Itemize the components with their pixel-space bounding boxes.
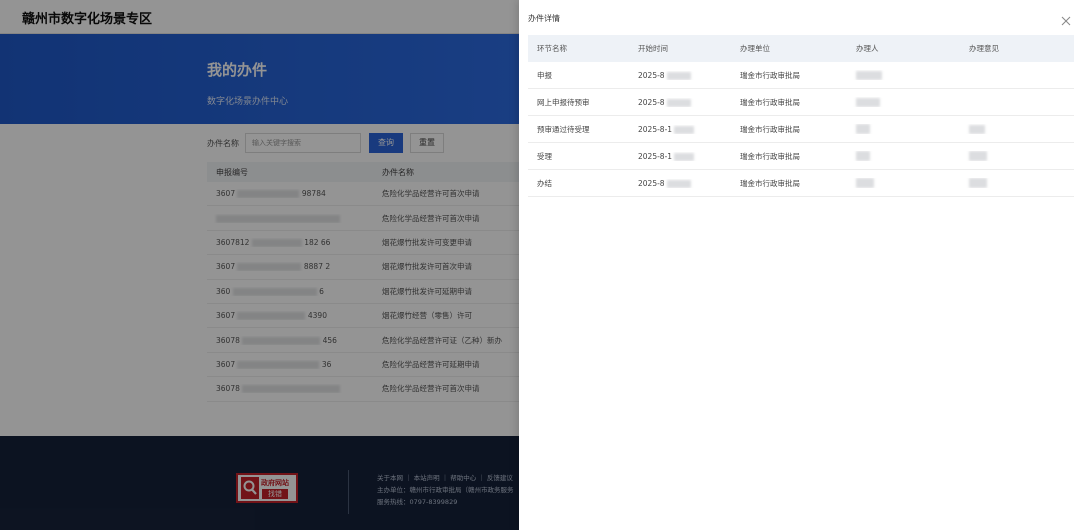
redacted-block — [969, 178, 987, 188]
redacted-block — [674, 125, 695, 134]
redacted-block — [666, 98, 691, 107]
redacted-block — [674, 152, 695, 161]
modal-overlay[interactable] — [0, 0, 519, 530]
start-time: 2025-8-1 — [638, 124, 673, 134]
detail-row: 申报 2025-8 瑞金市行政审批局 — [528, 62, 1074, 89]
redacted-block — [856, 151, 870, 161]
handling-unit: 瑞金市行政审批局 — [740, 178, 800, 188]
start-time: 2025-8 — [638, 97, 665, 107]
detail-row: 受理 2025-8-1 瑞金市行政审批局 — [528, 143, 1074, 170]
header-step: 环节名称 — [537, 44, 567, 53]
detail-row: 办结 2025-8 瑞金市行政审批局 — [528, 170, 1074, 197]
start-time: 2025-8 — [638, 178, 665, 188]
header-unit: 办理单位 — [740, 44, 770, 53]
redacted-block — [856, 178, 874, 188]
detail-row: 预审通过待受理 2025-8-1 瑞金市行政审批局 — [528, 116, 1074, 143]
header-start-time: 开始时间 — [638, 44, 668, 53]
step-name: 申报 — [537, 70, 552, 80]
start-time: 2025-8 — [638, 70, 665, 80]
redacted-block — [969, 151, 987, 161]
step-name: 预审通过待受理 — [537, 124, 590, 134]
redacted-block — [969, 124, 985, 134]
step-name: 网上申报待预审 — [537, 97, 590, 107]
close-icon[interactable] — [1060, 12, 1072, 26]
header-handler: 办理人 — [856, 44, 879, 53]
start-time: 2025-8-1 — [638, 151, 673, 161]
step-name: 受理 — [537, 151, 552, 161]
redacted-block — [666, 179, 691, 188]
handling-unit: 瑞金市行政审批局 — [740, 97, 800, 107]
header-opinion: 办理意见 — [969, 44, 999, 53]
redacted-block — [856, 97, 880, 107]
handling-unit: 瑞金市行政审批局 — [740, 124, 800, 134]
detail-drawer: 办件详情 环节名称 开始时间 办理单位 办理人 办理意见 申报 2025-8 瑞… — [519, 0, 1080, 530]
redacted-block — [856, 124, 870, 134]
detail-table: 环节名称 开始时间 办理单位 办理人 办理意见 申报 2025-8 瑞金市行政审… — [528, 35, 1074, 197]
detail-table-header: 环节名称 开始时间 办理单位 办理人 办理意见 — [528, 35, 1074, 62]
drawer-title: 办件详情 — [528, 14, 560, 23]
handling-unit: 瑞金市行政审批局 — [740, 151, 800, 161]
step-name: 办结 — [537, 178, 552, 188]
handling-unit: 瑞金市行政审批局 — [740, 70, 800, 80]
redacted-block — [856, 70, 882, 80]
redacted-block — [666, 71, 691, 80]
detail-row: 网上申报待预审 2025-8 瑞金市行政审批局 — [528, 89, 1074, 116]
